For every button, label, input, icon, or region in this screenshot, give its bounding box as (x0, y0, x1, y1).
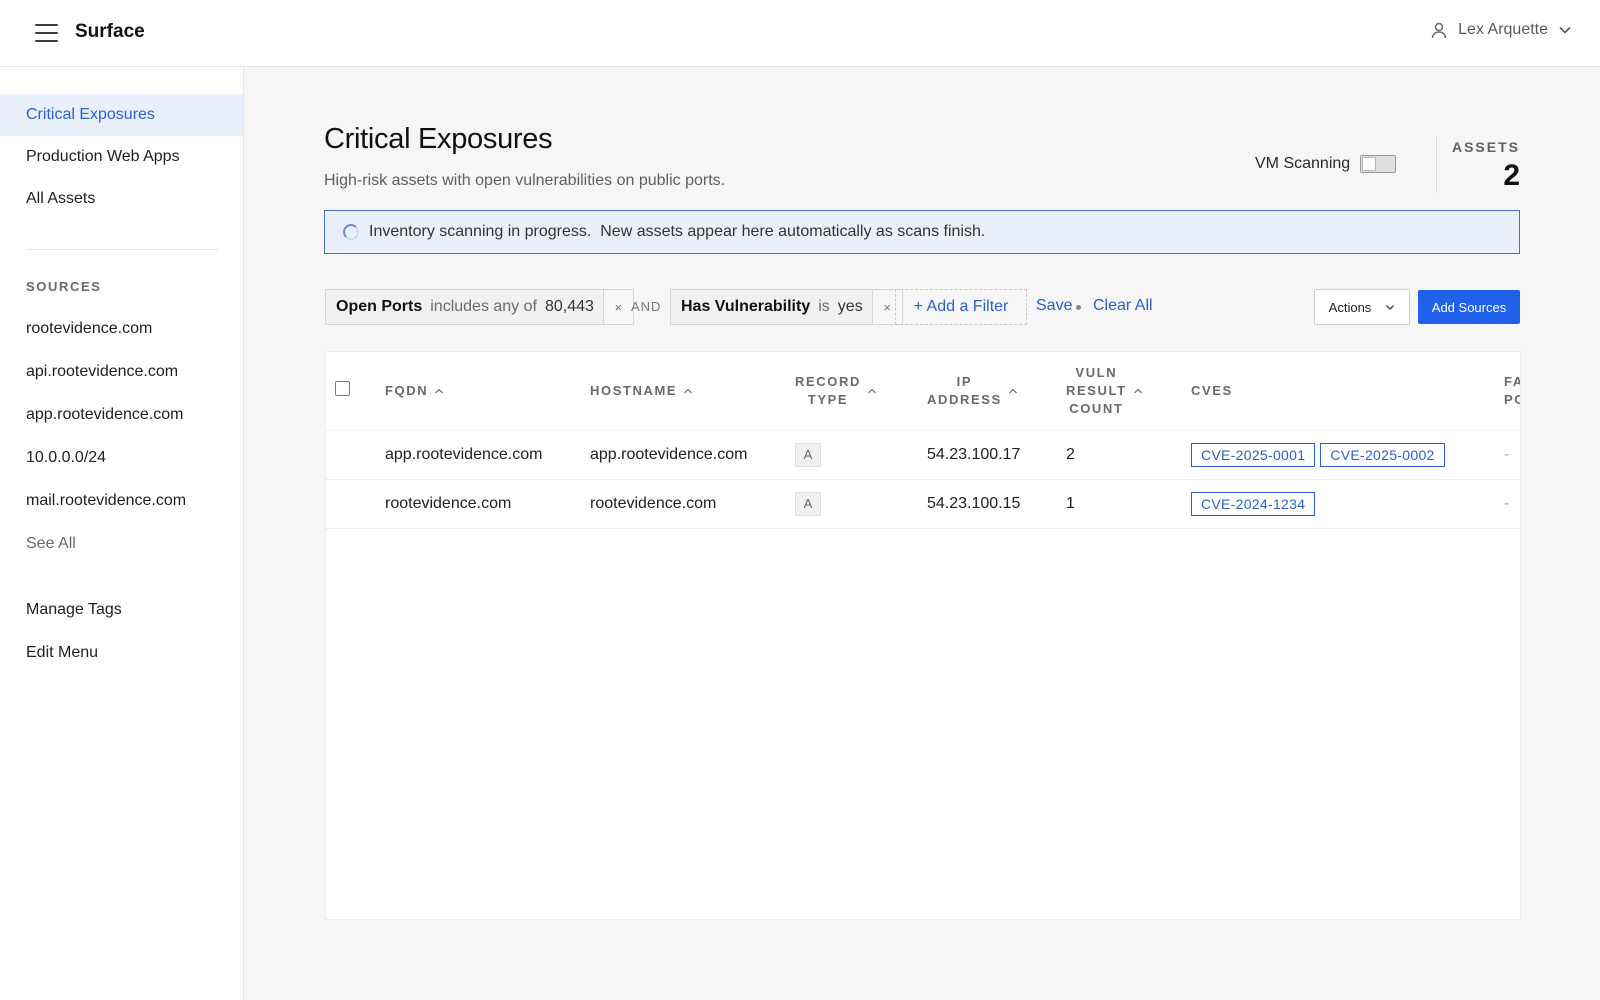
filter-name: Open Ports (336, 298, 423, 315)
save-link[interactable]: Save (1036, 297, 1072, 315)
cell-vuln-count: 1 (1066, 495, 1075, 512)
spinner-icon (343, 224, 359, 240)
filter-chip-open-ports[interactable]: Open Ports includes any of 80,443 × (325, 289, 634, 325)
sort-up-icon (435, 388, 444, 394)
cell-cves: CVE-2024-1234 (1191, 480, 1320, 528)
scan-progress-banner: Inventory scanning in progress. New asse… (324, 210, 1520, 254)
vm-scanning-label: VM Scanning (1255, 155, 1351, 172)
sidebar-item-production-web-apps[interactable]: Production Web Apps (0, 136, 243, 178)
cell-hostname: app.rootevidence.com (590, 446, 748, 463)
app-name: Surface (75, 21, 145, 42)
hamburger-menu-icon[interactable] (35, 24, 58, 42)
column-header-truncated[interactable]: FA PO (1504, 352, 1520, 430)
sources-heading: SOURCES (26, 279, 102, 294)
column-header-cves[interactable]: CVES (1191, 352, 1233, 430)
cell-ip-address: 54.23.100.15 (927, 495, 1021, 512)
header-divider (1436, 137, 1437, 193)
filter-value: yes (837, 298, 863, 315)
sidebar-divider (26, 249, 218, 250)
filter-name: Has Vulnerability (681, 298, 811, 315)
sidebar-item-critical-exposures[interactable]: Critical Exposures (0, 94, 243, 136)
cell-fqdn: app.rootevidence.com (385, 446, 543, 463)
sort-up-icon (867, 388, 876, 394)
cell-hostname: rootevidence.com (590, 495, 717, 512)
record-type-badge: A (795, 443, 821, 467)
record-type-badge: A (795, 492, 821, 516)
page-subtitle: High-risk assets with open vulnerabiliti… (324, 172, 726, 189)
sort-up-icon (1133, 388, 1142, 394)
assets-table: FQDN HOSTNAME RECORD TYPE IP ADDRESS VUL… (325, 351, 1521, 920)
cell-fqdn: rootevidence.com (385, 495, 512, 512)
vm-scanning-toggle[interactable] (1360, 155, 1397, 173)
filter-chip-has-vulnerability[interactable]: Has Vulnerability is yes × (670, 289, 903, 325)
user-name: Lex Arquette (1458, 21, 1548, 38)
remove-filter-icon[interactable]: × (602, 290, 633, 324)
banner-text: Inventory scanning in progress. New asse… (369, 223, 986, 240)
edit-menu-link[interactable]: Edit Menu (0, 632, 243, 674)
filter-operator: is (818, 298, 830, 315)
cell-record-type: A (795, 431, 821, 479)
separator-dot (1076, 305, 1081, 310)
clear-all-link[interactable]: Clear All (1093, 297, 1153, 315)
column-header-record-type[interactable]: RECORD TYPE (795, 352, 877, 430)
cve-tag[interactable]: CVE-2024-1234 (1191, 492, 1316, 516)
chevron-down-icon (1386, 305, 1395, 310)
add-sources-button[interactable]: Add Sources (1418, 290, 1520, 324)
table-row[interactable]: app.rootevidence.com app.rootevidence.co… (326, 431, 1520, 480)
assets-count: 2 (1503, 159, 1520, 192)
manage-tags-link[interactable]: Manage Tags (0, 589, 243, 631)
see-all-link[interactable]: See All (26, 535, 76, 553)
cve-tag[interactable]: CVE-2025-0002 (1320, 443, 1445, 467)
sidebar-source-item[interactable]: app.rootevidence.com (0, 394, 243, 436)
cell-cves: CVE-2025-0001 CVE-2025-0002 (1191, 431, 1450, 479)
actions-label: Actions (1328, 299, 1372, 315)
chevron-down-icon (1559, 26, 1571, 34)
cell-truncated: - (1504, 495, 1510, 512)
user-icon (1431, 22, 1447, 39)
sidebar-item-all-assets[interactable]: All Assets (0, 178, 243, 220)
sidebar-source-item[interactable]: rootevidence.com (0, 308, 243, 350)
add-filter-button[interactable]: + Add a Filter (895, 289, 1027, 325)
cve-tag[interactable]: CVE-2025-0001 (1191, 443, 1316, 467)
select-all-checkbox[interactable] (335, 381, 350, 396)
cell-vuln-count: 2 (1066, 446, 1075, 463)
vm-scanning-control: VM Scanning (1255, 155, 1397, 173)
assets-label: ASSETS (1451, 139, 1520, 155)
filter-value: 80,443 (544, 298, 594, 315)
filter-operator: includes any of (430, 298, 537, 315)
sidebar-source-item[interactable]: mail.rootevidence.com (0, 480, 243, 522)
column-header-hostname[interactable]: HOSTNAME (590, 352, 693, 430)
sort-up-icon (684, 388, 693, 394)
table-row[interactable]: rootevidence.com rootevidence.com A 54.2… (326, 480, 1520, 529)
filter-joiner: AND (631, 299, 662, 314)
column-header-ip-address[interactable]: IP ADDRESS (927, 352, 1018, 430)
sidebar-source-item[interactable]: 10.0.0.0/24 (0, 437, 243, 479)
page-title: Critical Exposures (324, 123, 553, 155)
user-menu[interactable]: Lex Arquette (1430, 21, 1572, 39)
actions-dropdown[interactable]: Actions (1314, 289, 1410, 325)
column-header-fqdn[interactable]: FQDN (385, 352, 444, 430)
cell-ip-address: 54.23.100.17 (927, 446, 1021, 463)
cell-truncated: - (1504, 446, 1510, 463)
top-bar: Surface Lex Arquette (0, 0, 1600, 67)
cell-record-type: A (795, 480, 821, 528)
sort-up-icon (1008, 388, 1017, 394)
sidebar-source-item[interactable]: api.rootevidence.com (0, 351, 243, 393)
sidebar: Critical Exposures Production Web Apps A… (0, 67, 244, 1000)
column-header-vuln-result-count[interactable]: VULN RESULT COUNT (1066, 352, 1143, 430)
